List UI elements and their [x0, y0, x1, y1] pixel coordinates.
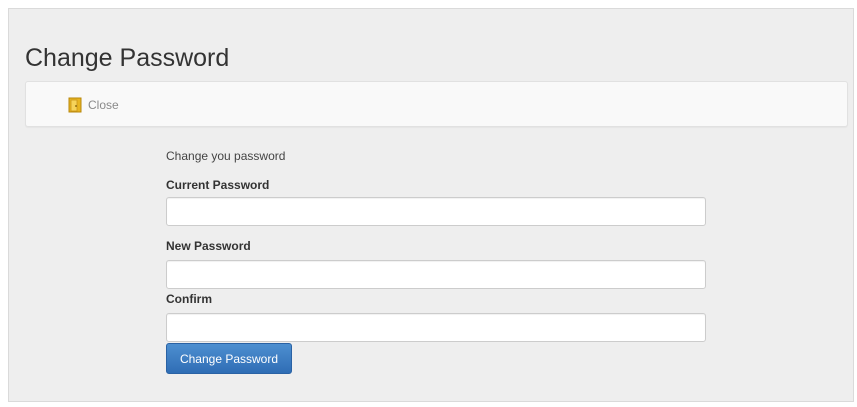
- page-title: Change Password: [25, 44, 230, 72]
- form-intro-text: Change you password: [166, 149, 286, 163]
- new-password-input[interactable]: [166, 260, 706, 289]
- confirm-password-label: Confirm: [166, 292, 212, 306]
- change-password-button[interactable]: Change Password: [166, 343, 292, 374]
- change-password-panel: Change Password Close Change you passwor…: [8, 8, 854, 402]
- new-password-label: New Password: [166, 239, 251, 253]
- current-password-input[interactable]: [166, 197, 706, 226]
- confirm-password-input[interactable]: [166, 313, 706, 342]
- close-label: Close: [88, 98, 119, 112]
- close-button[interactable]: Close: [68, 96, 119, 114]
- exit-door-icon: [68, 97, 82, 113]
- current-password-label: Current Password: [166, 178, 270, 192]
- toolbar: Close: [25, 81, 848, 127]
